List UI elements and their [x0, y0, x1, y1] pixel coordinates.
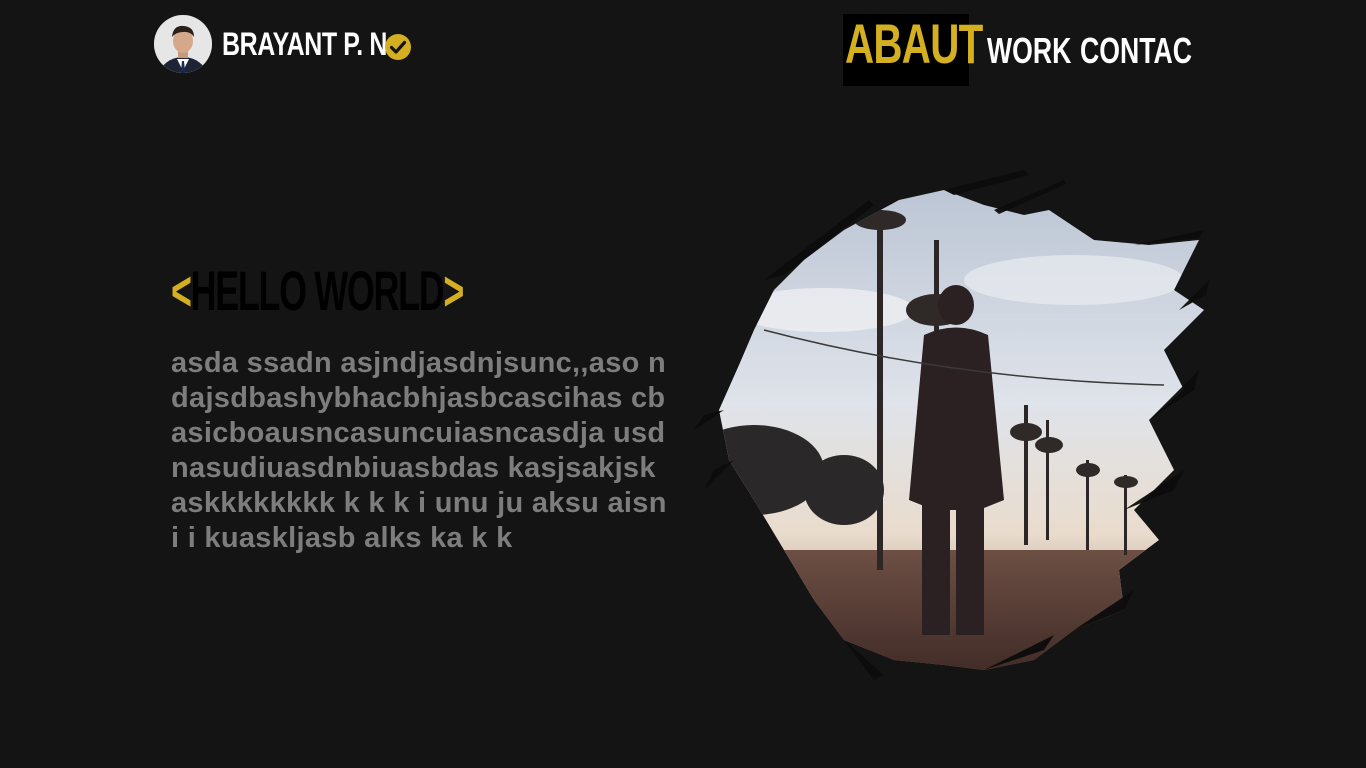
hero-title-text: HELLO WORLD [190, 259, 445, 322]
hero-title: <HELLO WORLD> [171, 259, 464, 322]
nav-item-contac[interactable]: CONTAC [1080, 32, 1192, 70]
page: BRAYANT P. N ABAUT WORK CONTAC <HELLO WO… [0, 0, 1366, 768]
brand-name: BRAYANT P. N [222, 25, 388, 62]
main-nav: ABAUT WORK CONTAC [843, 14, 1192, 86]
title-bracket-close: > [443, 259, 464, 322]
hero-paragraph: asda ssadn asjndjasdnjsunc,,aso ndajsdba… [171, 347, 667, 554]
nav-item-abaut-label: ABAUT [845, 12, 983, 75]
avatar-image [154, 15, 212, 73]
avatar[interactable] [154, 15, 212, 73]
title-bracket-open: < [171, 259, 192, 322]
profile-photo [694, 170, 1209, 680]
check-circle-icon [385, 34, 411, 60]
nav-item-work[interactable]: WORK [987, 32, 1071, 70]
nav-item-abaut[interactable]: ABAUT [843, 14, 983, 86]
